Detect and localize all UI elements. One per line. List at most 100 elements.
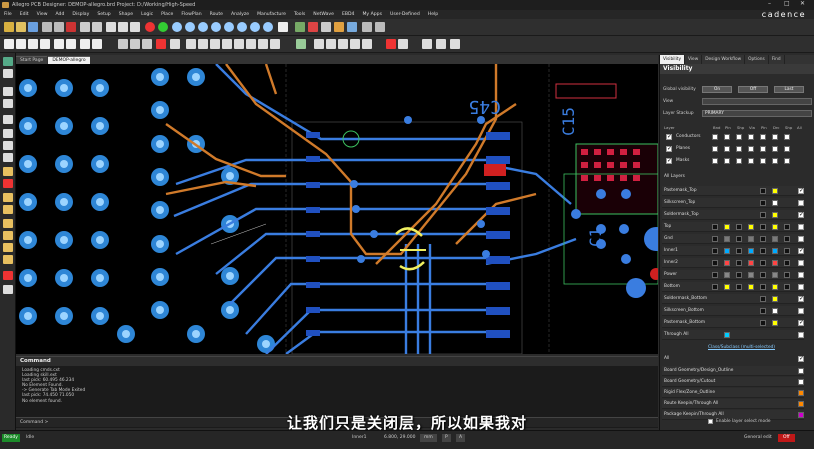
layer-color-swatch[interactable] <box>736 260 742 266</box>
menu-help[interactable]: Help <box>428 12 438 17</box>
component-icon[interactable] <box>3 167 13 176</box>
fanout-icon[interactable] <box>422 39 432 49</box>
layer-visible-checkbox[interactable] <box>798 200 804 206</box>
netwave-icon[interactable] <box>308 22 318 32</box>
subclass-color-swatch[interactable] <box>798 379 804 385</box>
config-icon[interactable] <box>375 22 385 32</box>
bundle-icon[interactable] <box>3 231 13 240</box>
layer-color-swatch[interactable] <box>748 224 754 230</box>
layer-color-swatch[interactable] <box>748 248 754 254</box>
class-visibility-box[interactable] <box>736 158 742 164</box>
layer-color-swatch[interactable] <box>712 224 718 230</box>
menu-flowplan[interactable]: FlowPlan <box>181 12 201 17</box>
layer-color-swatch[interactable] <box>724 272 730 278</box>
drc-icon[interactable] <box>156 39 166 49</box>
visibility-last-button[interactable]: Last <box>774 86 804 93</box>
square-icon[interactable] <box>28 39 38 49</box>
status-active-layer[interactable]: Inner1 <box>352 434 367 442</box>
highlight-icon[interactable] <box>54 39 64 49</box>
grid-icon[interactable] <box>4 39 14 49</box>
class-visibility-box[interactable] <box>784 158 790 164</box>
report-icon[interactable] <box>362 22 372 32</box>
subclass-color-swatch[interactable] <box>798 390 804 396</box>
layer-visible-checkbox[interactable]: ✓ <box>798 187 804 194</box>
tab-design-workflow[interactable]: Design Workflow <box>702 55 746 64</box>
zoom-fit-icon[interactable] <box>198 22 208 32</box>
layer-color-swatch[interactable] <box>772 260 778 266</box>
layer-color-swatch[interactable] <box>712 272 718 278</box>
layer-color-swatch[interactable] <box>772 308 778 314</box>
menu-view[interactable]: View <box>37 12 48 17</box>
phase-tune-icon[interactable] <box>350 39 360 49</box>
menu-route[interactable]: Route <box>210 12 223 17</box>
layer-visible-checkbox[interactable] <box>798 260 804 266</box>
enable-layer-select-checkbox[interactable] <box>708 419 713 424</box>
tab-start-page[interactable]: Start Page <box>16 56 48 64</box>
class-visibility-box[interactable] <box>724 146 730 152</box>
status-a-field[interactable]: A <box>456 434 466 442</box>
swap-icon[interactable] <box>258 39 268 49</box>
zoom-prev-icon[interactable] <box>224 22 234 32</box>
text-icon[interactable] <box>3 141 13 150</box>
status-units[interactable]: mm <box>420 434 437 442</box>
new-icon[interactable] <box>4 22 14 32</box>
class-visibility-box[interactable] <box>772 134 778 140</box>
visibility-on-button[interactable]: On <box>702 86 732 93</box>
help-icon[interactable] <box>130 22 140 32</box>
cut-icon[interactable] <box>42 22 52 32</box>
snap-icon[interactable] <box>40 39 50 49</box>
pencil-icon[interactable] <box>118 22 128 32</box>
maximize-button[interactable]: □ <box>784 0 790 7</box>
close-gap-icon[interactable] <box>386 39 396 49</box>
flow-icon[interactable] <box>3 255 13 264</box>
layer-color-swatch[interactable] <box>736 236 742 242</box>
measure-icon[interactable] <box>170 39 180 49</box>
layer-color-swatch[interactable] <box>784 224 790 230</box>
menu-setup[interactable]: Setup <box>97 12 110 17</box>
layer-color-swatch[interactable] <box>772 188 778 194</box>
view-select[interactable] <box>702 98 812 105</box>
class-visibility-box[interactable] <box>748 134 754 140</box>
layer-visible-checkbox[interactable] <box>798 308 804 314</box>
layer-color-swatch[interactable] <box>784 260 790 266</box>
menu-place[interactable]: Place <box>161 12 173 17</box>
layer-color-swatch[interactable] <box>784 248 790 254</box>
layer-color-swatch[interactable] <box>760 272 766 278</box>
place-icon[interactable] <box>130 39 140 49</box>
conductors-checkbox[interactable]: ✓ <box>666 133 672 140</box>
align-right-icon[interactable] <box>198 39 208 49</box>
layer-visible-checkbox[interactable] <box>798 224 804 230</box>
route-icon[interactable] <box>295 22 305 32</box>
layer-color-swatch[interactable] <box>724 260 730 266</box>
layer-visible-checkbox[interactable]: ✓ <box>798 211 804 218</box>
layer-stackup-select[interactable]: PRIMARY <box>702 110 812 117</box>
arc-icon[interactable] <box>3 153 13 162</box>
layer-color-swatch[interactable] <box>760 260 766 266</box>
class-visibility-box[interactable] <box>772 158 778 164</box>
manufacture-icon[interactable] <box>3 57 13 66</box>
rotate-icon[interactable] <box>270 39 280 49</box>
room-icon[interactable] <box>3 205 13 214</box>
layer-color-swatch[interactable] <box>712 260 718 266</box>
subclass-color-swatch[interactable] <box>798 401 804 407</box>
menu-ebd4[interactable]: EBD4 <box>342 12 355 17</box>
layout-icon[interactable] <box>3 285 13 294</box>
pcb-artwork[interactable]: C45 C1 C15 <box>16 64 658 354</box>
class-visibility-box[interactable] <box>724 158 730 164</box>
layer-color-swatch[interactable] <box>772 224 778 230</box>
enable-layer-select-label[interactable]: Enable layer select mode <box>716 419 770 424</box>
shadow-icon[interactable] <box>92 39 102 49</box>
class-visibility-box[interactable] <box>760 158 766 164</box>
refresh-icon[interactable] <box>263 22 273 32</box>
shape-icon[interactable] <box>334 22 344 32</box>
pointer-icon[interactable] <box>142 39 152 49</box>
line-icon[interactable] <box>3 115 13 124</box>
layer-color-swatch[interactable] <box>772 284 778 290</box>
layer-color-swatch[interactable] <box>784 236 790 242</box>
layer-color-swatch[interactable] <box>724 284 730 290</box>
3d-view-icon[interactable] <box>278 22 288 32</box>
layer-color-swatch[interactable] <box>748 260 754 266</box>
layer-color-swatch[interactable] <box>724 248 730 254</box>
shove-icon[interactable] <box>450 39 460 49</box>
redo-icon[interactable] <box>92 22 102 32</box>
